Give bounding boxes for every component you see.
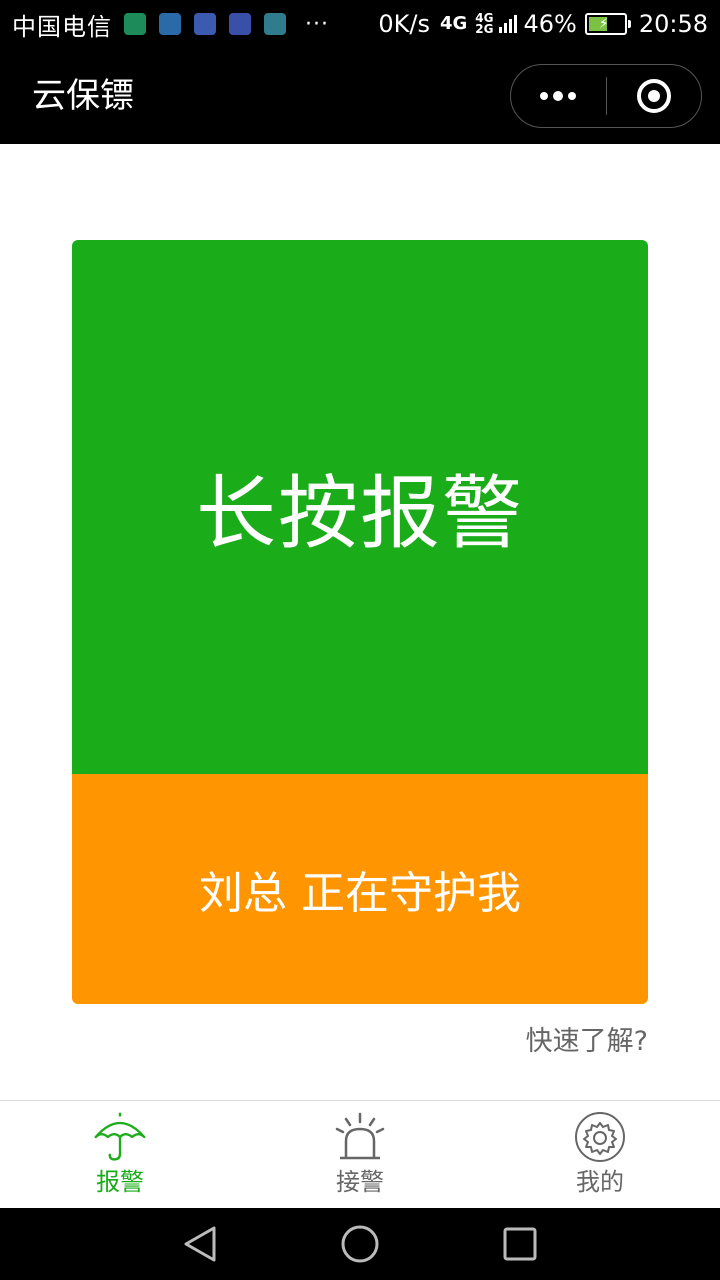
more-dots-icon	[540, 91, 577, 101]
status-bar: 中国电信 ··· 0K/s 4G 4G 2G 46% ⚡ 20:58	[0, 0, 720, 48]
mini-program-capsule	[510, 64, 702, 128]
tab-bar: 报警 接警 我的	[0, 1100, 720, 1208]
tab-receive-alarm[interactable]: 接警	[240, 1101, 480, 1209]
network-type-dual: 4G 2G	[475, 12, 494, 36]
image-icon	[264, 13, 286, 35]
tab-label: 报警	[96, 1168, 144, 1196]
tab-alarm[interactable]: 报警	[0, 1101, 240, 1209]
guardian-name: 刘总	[199, 868, 287, 919]
battery-icon: ⚡	[584, 13, 631, 35]
long-press-alarm-button[interactable]: 长按报警	[72, 240, 648, 774]
app-notification-icon	[159, 13, 181, 35]
guardian-panel[interactable]: 刘总 正在守护我	[72, 774, 648, 1004]
back-triangle-icon	[184, 1226, 216, 1262]
tab-mine[interactable]: 我的	[480, 1101, 720, 1209]
system-navigation-bar	[0, 1208, 720, 1280]
usb-icon	[229, 13, 251, 35]
guardian-status-text: 正在守护我	[301, 868, 521, 919]
battery-percent: 46%	[523, 10, 577, 38]
alarm-card: 长按报警 刘总 正在守护我	[72, 240, 648, 1004]
siren-icon	[332, 1111, 388, 1163]
screen: 中国电信 ··· 0K/s 4G 4G 2G 46% ⚡ 20:58 云保镖 长…	[0, 0, 720, 1280]
more-button[interactable]	[511, 65, 606, 127]
home-button[interactable]	[330, 1214, 390, 1274]
tab-label: 接警	[336, 1168, 384, 1196]
network-type-bottom: 2G	[475, 22, 494, 36]
recents-square-icon	[503, 1227, 537, 1261]
back-button[interactable]	[170, 1214, 230, 1274]
learn-more-link[interactable]: 快速了解?	[526, 1022, 648, 1062]
recents-button[interactable]	[490, 1214, 550, 1274]
tab-label: 我的	[576, 1168, 624, 1196]
more-notifications-icon: ···	[305, 11, 329, 37]
close-button[interactable]	[607, 65, 702, 127]
app-notification-icon	[194, 13, 216, 35]
status-bar-right: 0K/s 4G 4G 2G 46% ⚡ 20:58	[378, 10, 708, 38]
gear-icon	[572, 1111, 628, 1163]
navigation-bar: 云保镖	[0, 48, 720, 144]
status-bar-left: 中国电信 ···	[12, 7, 329, 42]
home-circle-icon	[341, 1225, 379, 1263]
umbrella-icon	[92, 1111, 148, 1163]
net-speed: 0K/s	[378, 10, 430, 38]
page-title: 云保镖	[32, 76, 134, 116]
network-type-4g: 4G	[439, 13, 468, 34]
close-circle-icon	[636, 79, 671, 113]
app-notification-icon	[124, 13, 146, 35]
carrier-name: 中国电信	[12, 12, 112, 41]
clock: 20:58	[638, 10, 708, 38]
signal-icon	[497, 15, 518, 33]
